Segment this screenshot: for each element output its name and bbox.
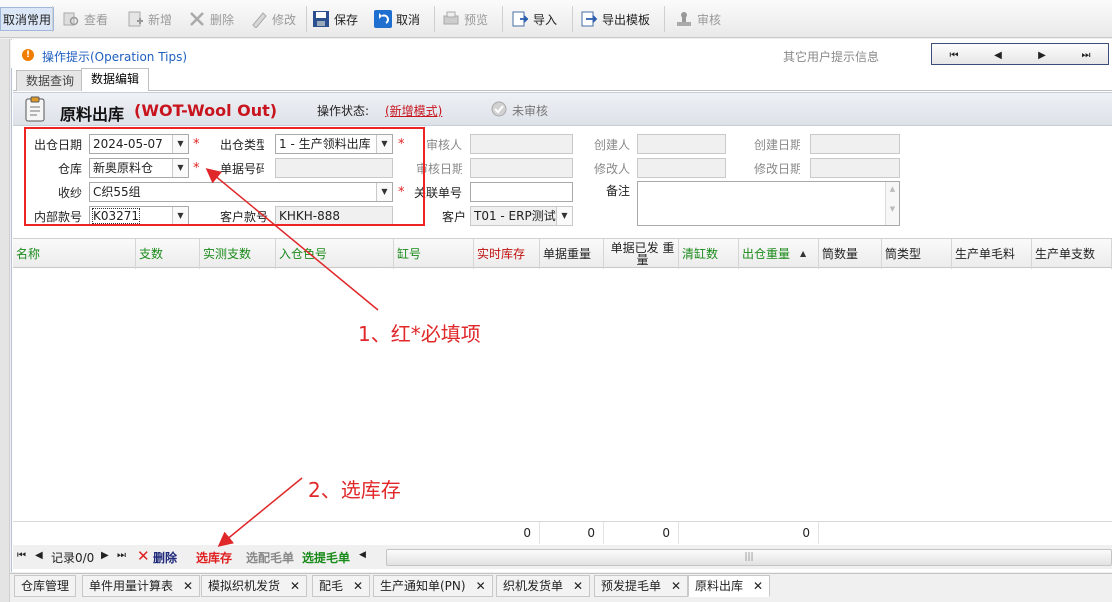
- arrow-to-required-star: [205, 168, 379, 311]
- annotation-required: 1、红*必填项: [358, 322, 481, 346]
- arrow-to-select-stock: [217, 477, 303, 547]
- annotation-arrows: [205, 168, 379, 547]
- annotation-select-stock: 2、选库存: [308, 478, 401, 502]
